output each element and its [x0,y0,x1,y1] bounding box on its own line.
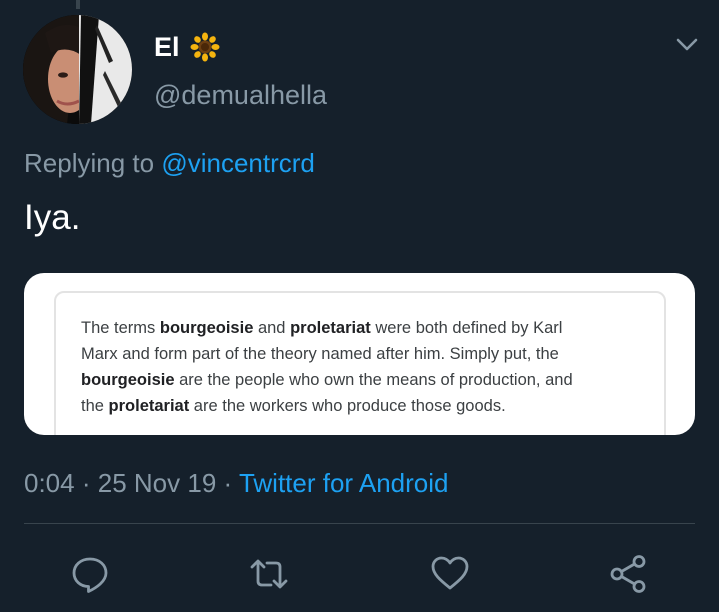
media-text-bold-term: bourgeoisie [81,371,175,389]
tweet-detail: El @demualhella Replying to @vincentrcrd… [0,0,719,612]
media-text-bold-term: proletariat [290,319,371,337]
reply-icon [72,557,108,593]
media-text-line: bourgeoisie are the people who own the m… [81,367,641,393]
chevron-down-icon [676,38,698,51]
media-text-segment: the [81,397,109,415]
display-name-text: El [154,32,180,62]
media-text-segment: are the people who own the means of prod… [174,371,573,389]
avatar[interactable] [23,15,132,124]
media-text-segment: Marx and form part of the theory named a… [81,345,559,363]
media-text-segment: were both defined by Karl [370,319,563,337]
media-text-segment: and [253,319,291,337]
media-text-segment: The terms [81,319,160,337]
share-button[interactable] [609,554,649,594]
tweet-options-button[interactable] [670,30,704,60]
avatar-image [23,15,132,124]
tweet-media-image[interactable]: The terms bourgeoisie and proletariat we… [24,273,695,435]
media-text-line: Marx and form part of the theory named a… [81,341,641,367]
media-text-bold-term: proletariat [108,397,190,415]
display-name[interactable]: El [154,30,220,64]
divider [24,523,695,524]
tweet-meta: 0:04 · 25 Nov 19 · Twitter for Android [24,466,449,500]
retweet-icon [250,559,288,589]
replying-to-mention[interactable]: @vincentrcrd [161,148,315,178]
media-text-line: The terms bourgeoisie and proletariat we… [81,315,641,341]
reply-button[interactable] [70,554,110,594]
heart-icon [431,556,469,590]
retweet-button[interactable] [249,554,289,594]
tweet-source-link[interactable]: Twitter for Android [239,468,449,498]
share-icon [610,555,646,593]
thread-connector-line [76,0,80,9]
replying-to-label: Replying to [24,148,155,178]
replying-to: Replying to @vincentrcrd [24,146,315,180]
media-text-bold-term: bourgeoisie [159,319,254,337]
sunflower-icon [190,32,220,62]
like-button[interactable] [430,554,470,594]
media-snippet-text: The terms bourgeoisie and proletariat we… [81,315,641,419]
meta-separator: · [223,468,233,498]
tweet-time: 0:04 [24,468,75,498]
media-text-segment: are the workers who produce those goods. [189,397,506,415]
meta-separator: · [81,468,91,498]
user-handle[interactable]: @demualhella [154,78,327,112]
tweet-date: 25 Nov 19 [97,468,217,498]
media-text-line: the proletariat are the workers who prod… [81,393,641,419]
tweet-text: Iya. [24,198,81,237]
